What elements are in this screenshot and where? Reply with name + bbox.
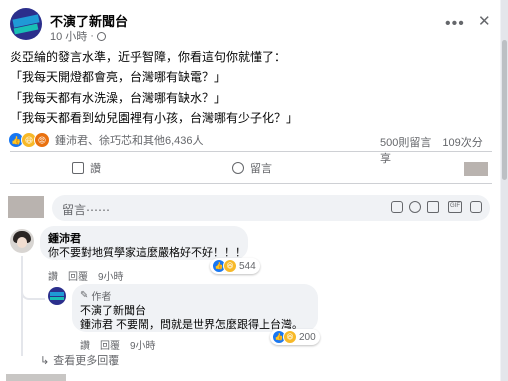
like-button[interactable]: 讚 bbox=[72, 160, 101, 176]
comment-time[interactable]: 9小時 bbox=[98, 268, 124, 283]
close-icon[interactable]: ✕ bbox=[478, 12, 491, 30]
reply-like-link[interactable]: 讚 bbox=[80, 337, 90, 352]
page-avatar[interactable] bbox=[10, 8, 42, 40]
comment-bubble: 鍾沛君 你不要對地質學家這麼嚴格好不好！！！ bbox=[40, 226, 248, 260]
reply-time[interactable]: 9小時 bbox=[130, 337, 156, 352]
author-tag-label: 作者 bbox=[91, 292, 112, 303]
scrollbar-thumb[interactable] bbox=[502, 40, 507, 180]
camera-icon[interactable] bbox=[427, 201, 439, 213]
comment-label: 留言 bbox=[250, 163, 272, 175]
reply-reply-link[interactable]: 回覆 bbox=[100, 337, 120, 352]
comment-reaction-count: 544 bbox=[239, 260, 256, 272]
thumbs-up-icon bbox=[72, 162, 84, 174]
next-item-blurred bbox=[6, 374, 66, 381]
post-line-3: 「我每天都有水洗澡，台灣哪有缺水？」 bbox=[10, 91, 227, 105]
user-avatar-blurred bbox=[8, 196, 44, 218]
reply-text: 鍾沛君 不要鬧，問就是世界怎麼跟得上台灣。 bbox=[80, 319, 304, 331]
post-time[interactable]: 10 小時 bbox=[50, 28, 87, 44]
comment-input[interactable]: 留言⋯⋯ GIF bbox=[52, 195, 490, 221]
share-button-blurred[interactable] bbox=[464, 162, 488, 176]
post-card: 不演了新聞台 10 小時 · ••• ✕ 炎亞綸的發言水準，近乎智障，你看這句你… bbox=[0, 0, 500, 381]
commenter-avatar[interactable] bbox=[10, 229, 34, 253]
divider bbox=[10, 151, 492, 152]
see-more-replies[interactable]: ↳ 查看更多回覆 bbox=[40, 352, 119, 368]
reply-reactions[interactable]: 👍 😆 200 bbox=[270, 329, 320, 345]
haha-reaction-icon: 😆 bbox=[223, 259, 237, 273]
thread-line bbox=[21, 256, 43, 356]
reply-bubble: ✎ 作者 不演了新聞台 鍾沛君 不要鬧，問就是世界怎麼跟得上台灣。 bbox=[72, 284, 318, 332]
comment-actions: 讚 回覆 9小時 bbox=[48, 268, 124, 283]
reply-arrow-icon: ↳ bbox=[40, 354, 50, 367]
comment-placeholder: 留言⋯⋯ bbox=[62, 203, 111, 217]
more-options-icon[interactable]: ••• bbox=[445, 15, 465, 33]
post-line-2: 「我每天開燈都會亮，台灣哪有缺電？」 bbox=[10, 70, 227, 84]
thread-branch bbox=[21, 290, 45, 300]
sticker-icon[interactable] bbox=[391, 201, 403, 213]
haha-reaction-icon: 😆 bbox=[283, 330, 297, 344]
sticker-pack-icon[interactable] bbox=[470, 201, 482, 213]
comments-count[interactable]: 500則留言 bbox=[380, 137, 431, 149]
reaction-names[interactable]: 鍾沛君、徐巧芯和其他6,436人 bbox=[55, 132, 204, 148]
author-tag: ✎ 作者 bbox=[80, 288, 111, 303]
comment-reactions[interactable]: 👍 😆 544 bbox=[210, 258, 260, 274]
speech-bubble-icon bbox=[232, 162, 244, 174]
post-meta: 10 小時 · bbox=[50, 28, 106, 44]
comment-like-link[interactable]: 讚 bbox=[48, 268, 58, 283]
reply-reaction-count: 200 bbox=[299, 331, 316, 343]
pencil-icon: ✎ bbox=[80, 290, 89, 301]
comment-reply-link[interactable]: 回覆 bbox=[68, 268, 88, 283]
emoji-icon[interactable] bbox=[409, 201, 421, 213]
see-more-label: 查看更多回覆 bbox=[53, 355, 120, 367]
gif-icon[interactable]: GIF bbox=[448, 201, 462, 213]
comment-button[interactable]: 留言 bbox=[232, 160, 272, 176]
like-label: 讚 bbox=[90, 163, 101, 175]
divider bbox=[10, 183, 492, 184]
globe-icon bbox=[96, 31, 106, 41]
angry-reaction-icon: 😡 bbox=[34, 132, 50, 148]
reply-actions: 讚 回覆 9小時 bbox=[80, 337, 156, 352]
reply-avatar[interactable] bbox=[48, 287, 66, 305]
post-line-4: 「我每天都看到幼兒園裡有小孩，台灣哪有少子化？」 bbox=[10, 111, 299, 125]
reaction-summary[interactable]: 👍 😆 😡 鍾沛君、徐巧芯和其他6,436人 bbox=[8, 132, 204, 148]
post-line-1: 炎亞綸的發言水準，近乎智障，你看這句你就懂了： bbox=[10, 50, 287, 64]
